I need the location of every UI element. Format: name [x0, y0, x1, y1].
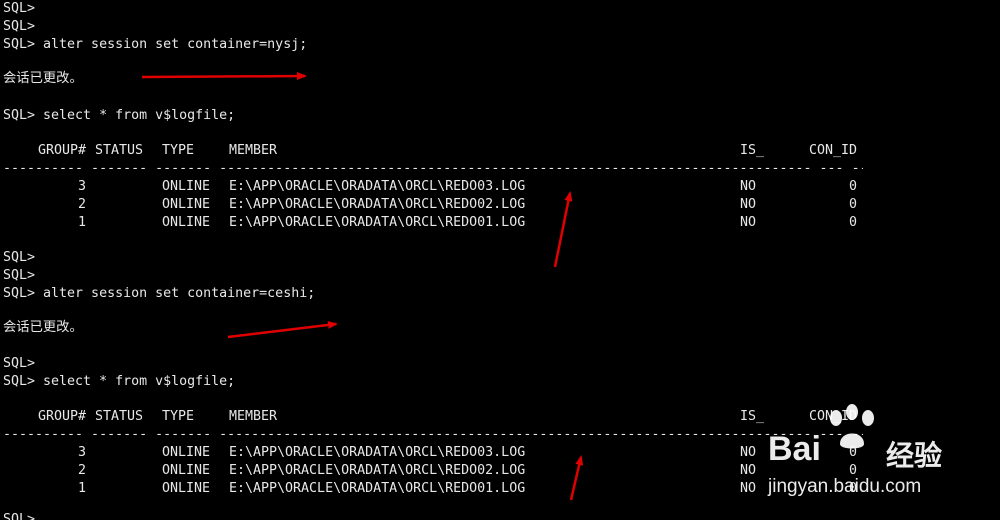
- header-type: TYPE: [162, 143, 195, 158]
- header-group: GROUP#: [37, 409, 86, 424]
- watermark-url: jingyan.baidu.com: [768, 476, 922, 497]
- cell-con-id: 0: [848, 197, 857, 212]
- cell-group: 2: [77, 463, 86, 478]
- alter-session-command: SQL> alter session set container=nysj;: [3, 37, 308, 52]
- cell-type: ONLINE: [162, 197, 211, 212]
- cell-con-id: 0: [848, 215, 857, 230]
- sql-prompt: SQL>: [3, 250, 36, 265]
- sql-prompt-cutoff: SQL>: [3, 512, 36, 520]
- watermark-brand-right: 经验: [886, 440, 943, 471]
- session-changed-message: 会话已更改。: [3, 320, 83, 335]
- header-status: STATUS: [95, 409, 144, 424]
- cell-type: ONLINE: [162, 481, 211, 496]
- sql-prompt: SQL>: [3, 268, 36, 283]
- sql-prompt: SQL>: [3, 1, 36, 16]
- cell-member: E:\APP\ORACLE\ORADATA\ORCL\REDO02.LOG: [229, 463, 526, 478]
- cell-is: NO: [740, 215, 757, 230]
- cell-group: 1: [77, 481, 86, 496]
- cell-group: 3: [77, 179, 86, 194]
- cell-is: NO: [740, 463, 757, 478]
- cell-member: E:\APP\ORACLE\ORADATA\ORCL\REDO03.LOG: [229, 179, 526, 194]
- table-separator: ---------- ------- ------- -------------…: [3, 161, 863, 176]
- table-separator: ---------- ------- ------- -------------…: [3, 427, 863, 442]
- cell-member: E:\APP\ORACLE\ORADATA\ORCL\REDO01.LOG: [229, 215, 526, 230]
- header-is: IS_: [740, 143, 765, 158]
- cell-is: NO: [740, 445, 757, 460]
- header-type: TYPE: [162, 409, 195, 424]
- sql-prompt: SQL>: [3, 19, 36, 34]
- header-member: MEMBER: [229, 143, 278, 158]
- cell-type: ONLINE: [162, 463, 211, 478]
- paw-logo-icon: [830, 404, 874, 449]
- cell-group: 1: [77, 215, 86, 230]
- header-group: GROUP#: [37, 143, 86, 158]
- cell-group: 3: [77, 445, 86, 460]
- cell-type: ONLINE: [162, 179, 211, 194]
- cell-is: NO: [740, 197, 757, 212]
- select-logfile-command: SQL> select * from v$logfile;: [3, 374, 236, 389]
- cell-type: ONLINE: [162, 215, 211, 230]
- cell-type: ONLINE: [162, 445, 211, 460]
- cell-member: E:\APP\ORACLE\ORADATA\ORCL\REDO03.LOG: [229, 445, 526, 460]
- header-con-id: CON_ID: [808, 143, 857, 158]
- session-changed-message: 会话已更改。: [3, 71, 83, 86]
- header-status: STATUS: [95, 143, 144, 158]
- sql-prompt: SQL>: [3, 356, 36, 371]
- alter-session-command: SQL> alter session set container=ceshi;: [3, 286, 316, 301]
- select-logfile-command: SQL> select * from v$logfile;: [3, 108, 236, 123]
- cell-member: E:\APP\ORACLE\ORADATA\ORCL\REDO01.LOG: [229, 481, 526, 496]
- baidu-jingyan-watermark: Bai 经验 jingyan.baidu.com: [762, 404, 998, 512]
- cell-is: NO: [740, 481, 757, 496]
- header-member: MEMBER: [229, 409, 278, 424]
- cell-member: E:\APP\ORACLE\ORADATA\ORCL\REDO02.LOG: [229, 197, 526, 212]
- cell-con-id: 0: [848, 179, 857, 194]
- cell-group: 2: [77, 197, 86, 212]
- cell-is: NO: [740, 179, 757, 194]
- watermark-brand-left: Bai: [768, 430, 821, 468]
- header-is: IS_: [740, 409, 765, 424]
